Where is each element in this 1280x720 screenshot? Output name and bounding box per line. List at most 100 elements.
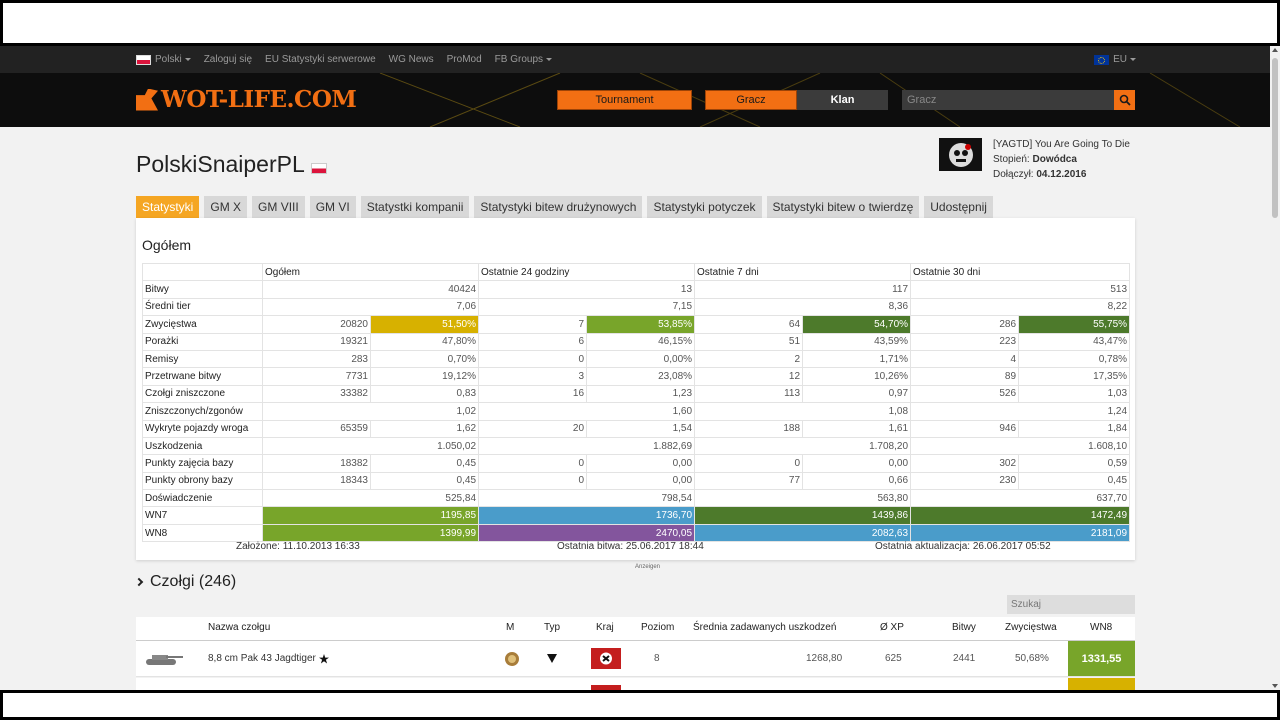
- region-dropdown[interactable]: EU: [1094, 46, 1136, 73]
- stats-row-label: Średni tier: [142, 297, 263, 317]
- site-logo[interactable]: WOT-LIFE.COM: [136, 86, 357, 113]
- stats-cell: 1736,70: [478, 506, 696, 525]
- stats-cell: 17,35%: [1018, 367, 1131, 386]
- tank-row[interactable]: 8,8 cm Pak 43 Jagdtiger 8 1268,80 625 24…: [136, 641, 1135, 677]
- stats-row: Doświadczenie 525,84 798,54 563,80 637,70: [142, 489, 1131, 508]
- col-avg-damage[interactable]: Średnia zadawanych uszkodzeń: [693, 622, 836, 633]
- stats-cell: 1439,86: [694, 506, 912, 525]
- clan-text: [YAGTD] You Are Going To Die Stopień: Do…: [993, 137, 1130, 182]
- tab-5[interactable]: Statystyki bitew drużynowych: [474, 196, 643, 218]
- clan-toggle-button[interactable]: Klan: [797, 90, 888, 110]
- page-scrollbar[interactable]: [1270, 46, 1280, 690]
- tank-search-input[interactable]: [1007, 595, 1135, 614]
- tanks-section-toggle[interactable]: Czołgi (246): [134, 573, 236, 591]
- stats-cell: 77: [694, 471, 804, 491]
- stats-cell: 8,36: [694, 297, 912, 317]
- col-mastery[interactable]: M: [506, 622, 514, 633]
- col-battles[interactable]: Bitwy: [952, 622, 976, 633]
- stats-cell: 7731: [262, 367, 371, 386]
- language-label: Polski: [155, 54, 182, 65]
- tab-8[interactable]: Udostępnij: [924, 196, 993, 218]
- stats-cell: 1,08: [694, 402, 912, 421]
- scroll-up-icon[interactable]: [1272, 48, 1278, 52]
- stats-cell: 286: [910, 315, 1020, 334]
- stats-cell: 7: [478, 315, 588, 334]
- col-wins[interactable]: Zwycięstwa: [1005, 622, 1057, 633]
- stats-row: Wykryte pojazdy wroga 65359 1,62 20 1,54 188 1…: [142, 419, 1131, 438]
- stats-cell: 1,62: [369, 419, 480, 438]
- scroll-down-icon[interactable]: [1272, 684, 1278, 688]
- col-type[interactable]: Typ: [544, 622, 560, 633]
- language-dropdown[interactable]: Polski: [136, 54, 191, 65]
- player-toggle-button[interactable]: Gracz: [705, 90, 797, 110]
- tab-2[interactable]: GM VIII: [252, 196, 305, 218]
- col-wn8[interactable]: WN8: [1090, 622, 1112, 633]
- mastery-badge-icon: [505, 652, 519, 666]
- stats-column-header: Ostatnie 30 dni: [910, 262, 1131, 282]
- stats-cell: 47,80%: [369, 332, 480, 351]
- stats-cell: 1195,85: [261, 506, 480, 525]
- login-link[interactable]: Zaloguj się: [204, 54, 252, 65]
- wg-news-link[interactable]: WG News: [389, 54, 434, 65]
- stats-row: Średni tier 7,06 7,15 8,36 8,22: [142, 297, 1131, 317]
- stats-cell: 12: [694, 367, 804, 386]
- stats-column-header: Ostatnie 7 dni: [694, 262, 912, 282]
- stats-cell: 2470,05: [478, 523, 696, 543]
- tank-xp: 625: [885, 653, 902, 664]
- clan-emblem-icon[interactable]: [939, 138, 982, 171]
- tank-name[interactable]: 8,8 cm Pak 43 Jagdtiger: [208, 653, 329, 664]
- search-button[interactable]: [1114, 90, 1135, 110]
- scrollbar-thumb[interactable]: [1272, 58, 1278, 218]
- stats-cell: 1.882,69: [478, 436, 696, 456]
- promod-link[interactable]: ProMod: [447, 54, 482, 65]
- stats-cell: 89: [910, 367, 1020, 386]
- tab-7[interactable]: Statystyki bitew o twierdzę: [766, 196, 920, 218]
- clan-name-link[interactable]: [YAGTD] You Are Going To Die: [993, 137, 1130, 152]
- player-search-input[interactable]: [902, 90, 1114, 110]
- stats-cell: 526: [910, 384, 1020, 404]
- tab-1[interactable]: GM X: [204, 196, 248, 218]
- stats-row-label: Zniszczonych/zgonów: [142, 402, 263, 421]
- col-tank-name[interactable]: Nazwa czołgu: [208, 622, 270, 633]
- stats-cell: 65359: [262, 419, 371, 438]
- tab-6[interactable]: Statystyki potyczek: [647, 196, 762, 218]
- tab-3[interactable]: GM VI: [309, 196, 356, 218]
- stats-cell: 8,22: [910, 297, 1131, 317]
- stats-cell: 302: [910, 454, 1020, 473]
- stats-row: Przetrwane bitwy 7731 19,12% 3 23,08% 12 10,26…: [142, 367, 1131, 386]
- logo-icon: [136, 88, 158, 111]
- stats-cell: 0,45: [1018, 471, 1131, 491]
- player-name: PolskiSnaiperPL: [136, 151, 305, 177]
- stats-row: WN8 1399,99 2470,05 2082,63 2181,09: [142, 523, 1131, 543]
- stats-cell: 10,26%: [802, 367, 912, 386]
- stats-cell: 16: [478, 384, 588, 404]
- tank-destroyer-type-icon: [547, 654, 557, 663]
- stats-cell: 0,66: [802, 471, 912, 491]
- poland-flag-icon: [136, 54, 151, 65]
- tab-0[interactable]: Statystyki: [136, 196, 200, 218]
- player-name-heading: PolskiSnaiperPL: [136, 151, 327, 178]
- stats-cell: 18343: [262, 471, 371, 491]
- last-battle-date: Ostatnia bitwa: 25.06.2017 18:44: [557, 541, 704, 552]
- stats-row-label: Remisy: [142, 349, 263, 369]
- stats-cell: 525,84: [261, 489, 480, 508]
- stats-cell: 0,45: [369, 471, 480, 491]
- search-icon: [1119, 94, 1131, 106]
- tank-avg-damage: 1268,80: [806, 653, 843, 664]
- tournament-button[interactable]: Tournament: [557, 90, 692, 110]
- stats-cell: 1.050,02: [261, 436, 480, 456]
- caret-down-icon: [546, 58, 553, 61]
- caret-down-icon: [184, 58, 191, 61]
- stats-cell: 0,70%: [369, 349, 480, 369]
- stats-cell: 223: [910, 332, 1020, 351]
- col-tier[interactable]: Poziom: [641, 622, 674, 633]
- server-stats-link[interactable]: EU Statystyki serwerowe: [265, 54, 376, 65]
- col-nation[interactable]: Kraj: [596, 622, 614, 633]
- fb-groups-dropdown[interactable]: FB Groups: [495, 54, 553, 65]
- tab-4[interactable]: Statystki kompanii: [360, 196, 470, 218]
- stats-row-label: Uszkodzenia: [142, 436, 263, 456]
- col-xp[interactable]: Ø XP: [880, 622, 904, 633]
- tank-wn8: 1331,55: [1068, 641, 1135, 676]
- stats-cell: 1,03: [1018, 384, 1131, 404]
- stats-row: WN7 1195,85 1736,70 1439,86 1472,49: [142, 506, 1131, 525]
